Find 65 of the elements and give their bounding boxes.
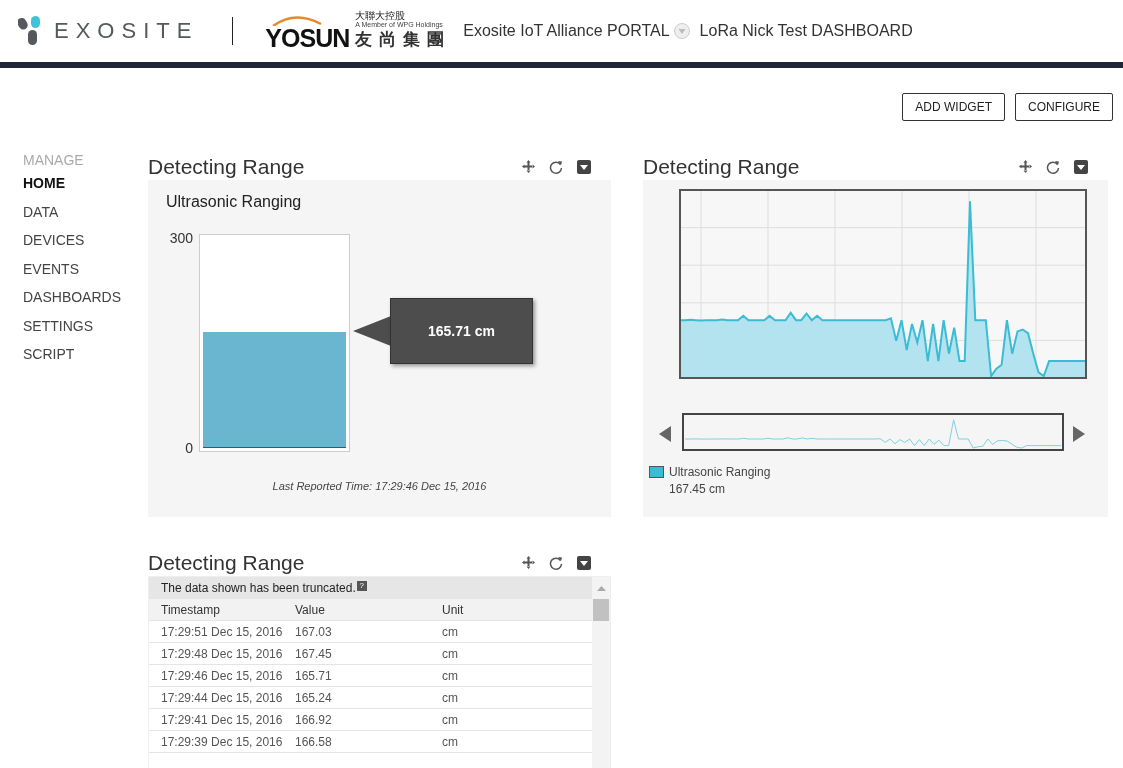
refresh-icon[interactable] [549,159,563,174]
sidebar-heading: MANAGE [23,152,85,169]
gauge-min-label: 0 [185,440,193,456]
table-cell-text: 17:29:51 Dec 15, 2016 [161,624,284,639]
table-cell-text: cm [442,646,459,661]
table-cell-text: cm [442,690,459,705]
exosite-logo-icon [18,16,42,46]
partner-chinese-name: 友尚集團 [355,29,452,52]
table-cell-text: 17:29:44 Dec 15, 2016 [161,690,284,705]
table-cell-text: 166.92 [295,712,333,727]
table-cell-text: 165.24 [295,690,333,705]
sidebar-item[interactable]: SETTINGS [23,311,148,340]
widget-title: Detecting Range [148,550,305,575]
dropdown-icon[interactable] [577,555,591,570]
last-reported-time: Last Reported Time: 17:29:46 Dec 15, 2016 [271,480,488,492]
tooltip-pointer-icon [353,316,391,346]
table-cell-text: cm [442,734,459,749]
table-cell-text: 165.71 [295,668,333,683]
sidebar-item[interactable]: EVENTS [23,254,148,283]
sidebar-item[interactable]: DEVICES [23,226,148,255]
dropdown-icon[interactable] [577,159,591,174]
scrollbar[interactable] [592,577,610,768]
partner-name: YOSUN [265,26,350,52]
sidebar-item[interactable]: HOME [23,169,148,198]
legend-reading: 167.45 cm [668,482,727,496]
column-header: Unit [442,602,465,617]
gauge-max-label: 300 [169,230,193,246]
table-cell-text: 17:29:41 Dec 15, 2016 [161,712,284,727]
action-button[interactable]: ADD WIDGET [902,93,1005,121]
legend-label: Ultrasonic Ranging [669,465,771,479]
move-icon[interactable] [522,160,535,173]
sidebar-item[interactable]: SCRIPT [23,340,148,369]
table-cell-text: 167.03 [295,624,333,639]
table-cell-text: 17:29:48 Dec 15, 2016 [161,646,284,661]
help-icon[interactable]: ? [356,581,367,591]
table-cell-text: cm [442,668,459,683]
dashboard-title: LoRa Nick Test DASHBOARD [699,22,913,40]
sidebar-item[interactable]: DASHBOARDS [23,283,148,312]
truncation-notice: The data shown has been truncated. ? [161,581,367,595]
table-cell-text: cm [442,712,459,727]
move-icon[interactable] [1019,160,1032,173]
widget-title: Detecting Range [643,154,800,179]
dropdown-icon[interactable] [1074,159,1088,174]
column-header: Value [295,602,326,617]
column-header: Timestamp [161,602,221,617]
table-cell-text: 167.45 [295,646,333,661]
sidebar-item[interactable]: DATA [23,197,148,226]
table-cell-text: 166.58 [295,734,333,749]
table-cell-text: 17:29:46 Dec 15, 2016 [161,668,284,683]
refresh-icon[interactable] [549,555,563,570]
range-navigator-drawing[interactable] [681,412,1065,452]
action-button[interactable]: CONFIGURE [1015,93,1113,121]
table-cell-text: cm [442,624,459,639]
right-arrow-icon[interactable] [1073,426,1085,442]
move-icon[interactable] [522,556,535,569]
portal-title[interactable]: Exosite IoT Alliance PORTAL [463,22,670,40]
scrollbar-thumb[interactable] [593,599,609,621]
refresh-icon[interactable] [1046,159,1060,174]
table-cell-text: 17:29:39 Dec 15, 2016 [161,734,284,749]
widget-title: Detecting Range [148,154,305,179]
value-tooltip: 165.71 cm [390,298,533,364]
partner-parent: 大聯大控股 [355,10,406,21]
left-arrow-icon[interactable] [659,426,671,442]
brand-name: EXOSITE [54,18,199,44]
gauge-title: Ultrasonic Ranging [166,193,302,211]
